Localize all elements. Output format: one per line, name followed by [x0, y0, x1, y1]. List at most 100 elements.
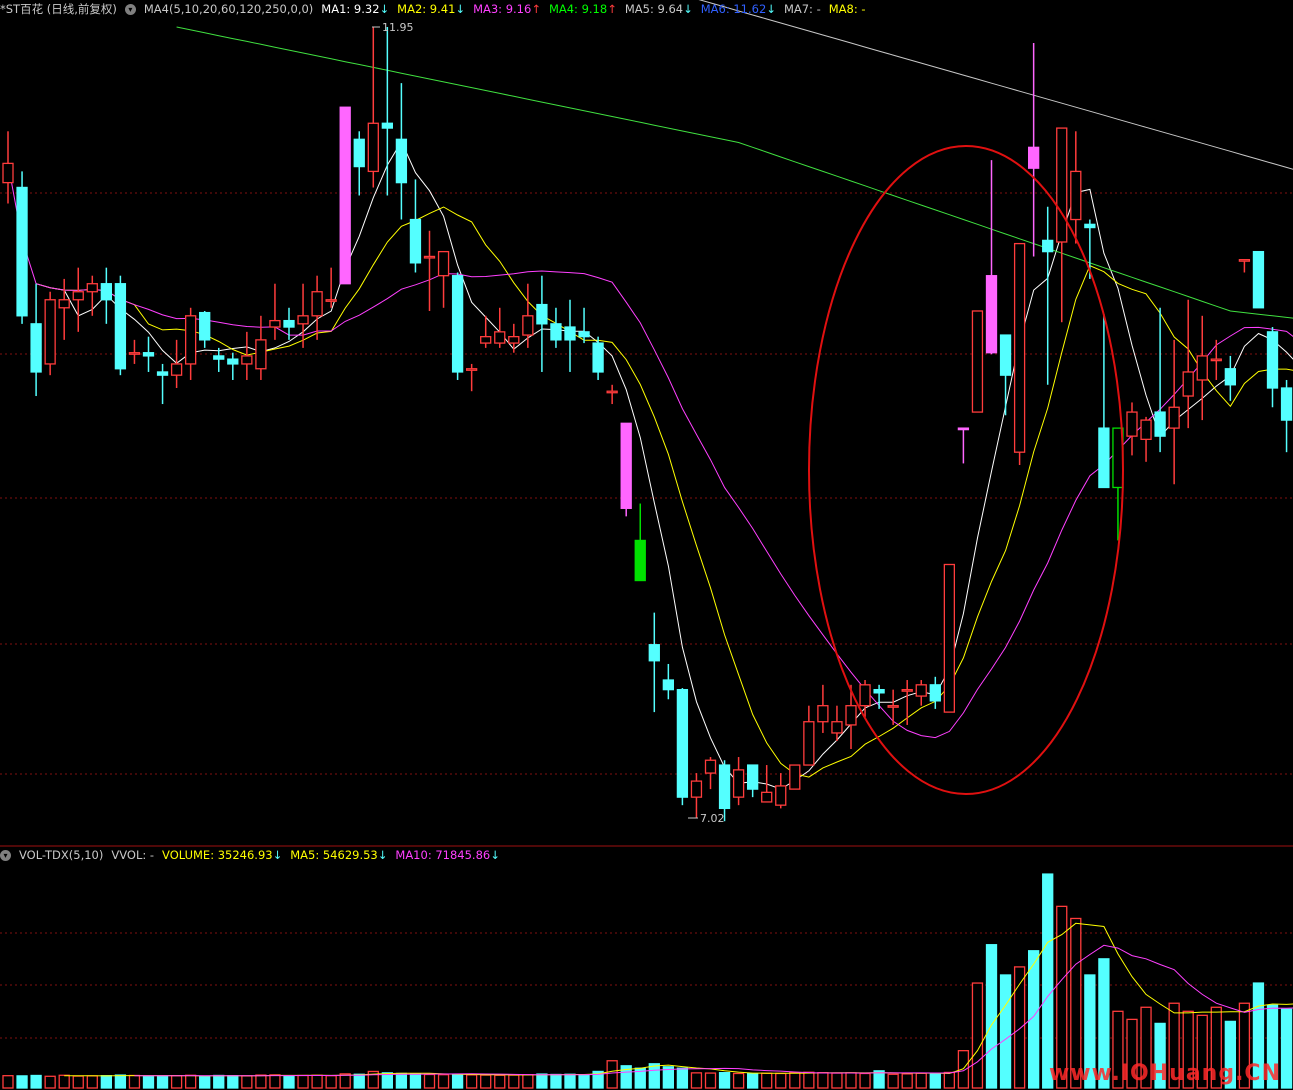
candle-body — [929, 684, 941, 702]
candle-body — [817, 705, 829, 723]
candle-body — [199, 311, 211, 341]
settings-circle-icon[interactable]: ▾ — [124, 4, 136, 15]
candle-body — [1168, 406, 1180, 429]
volume-bar — [199, 1075, 211, 1089]
candle-body — [311, 291, 323, 317]
candle-body — [943, 563, 955, 713]
candle-body — [86, 283, 98, 293]
candle-body — [1140, 419, 1152, 440]
volume-panel-header: ▾ VOL-TDX(5,10) VVOL: - VOLUME: 35246.93↓ MA… — [0, 846, 508, 864]
volume-bar — [2, 1075, 14, 1089]
candle-body — [325, 299, 337, 302]
ma-indicator-name: MA4(5,10,20,60,120,250,0,0) — [143, 2, 314, 16]
volume-bar — [676, 1067, 689, 1089]
candle-body — [999, 334, 1012, 376]
volume-indicator-name: VOL-TDX(5,10) — [19, 848, 104, 862]
candle-body — [662, 679, 674, 691]
ma2-line — [35, 206, 1293, 778]
volume-bar — [114, 1074, 127, 1089]
ma-item-4: MA4: 9.18↑ — [548, 2, 617, 16]
volume-bar — [142, 1075, 155, 1089]
volume-bar — [451, 1073, 464, 1089]
candle-body — [915, 684, 927, 697]
volume-bar — [213, 1074, 225, 1089]
volume-bar — [353, 1073, 365, 1089]
candle-body — [16, 186, 28, 317]
candle-body — [437, 250, 450, 277]
candle-body — [536, 303, 548, 325]
volume-bar — [58, 1074, 70, 1089]
candle-body — [142, 352, 155, 357]
candle-body — [676, 688, 689, 798]
volume-bar — [325, 1075, 337, 1089]
volume-item: VOLUME: 35246.93↓ — [162, 848, 283, 862]
stock-name: *ST百花 (日线,前复权) — [0, 2, 117, 16]
candle-body — [465, 368, 478, 371]
candle-body — [480, 336, 492, 344]
candle-body — [494, 331, 506, 344]
volume-bar — [494, 1074, 506, 1089]
candle-body — [690, 780, 703, 798]
volume-bar — [704, 1072, 717, 1089]
candle-body — [184, 315, 197, 365]
volume-bar — [747, 1073, 759, 1089]
candle-body — [732, 769, 745, 798]
volume-bar — [929, 1072, 941, 1089]
candle-body — [339, 106, 351, 285]
candle-body — [831, 721, 843, 734]
candles — [2, 27, 1293, 822]
volume-bar — [227, 1075, 239, 1089]
volume-bar — [718, 1072, 731, 1089]
candle-body — [718, 764, 731, 810]
candle-body — [1154, 411, 1166, 437]
volume-bar — [1280, 1008, 1293, 1089]
volume-bar — [1042, 873, 1054, 1089]
candle-body — [859, 684, 871, 707]
candle-body — [170, 363, 183, 376]
volume-bar — [845, 1072, 857, 1089]
ma-item-6: MA6: 11.62↓ — [700, 2, 776, 16]
candle-body — [1224, 368, 1236, 386]
volume-bar — [550, 1073, 562, 1089]
volume-bar — [437, 1074, 450, 1089]
candle-body — [1252, 250, 1265, 309]
volume-bar — [72, 1075, 84, 1089]
volume-bar — [339, 1073, 351, 1089]
volume-bar — [522, 1074, 534, 1089]
volume-ma10-item: MA10: 71845.86↓ — [395, 848, 500, 862]
candle-body — [578, 331, 590, 338]
candle-body — [634, 539, 646, 582]
volume-bar — [859, 1072, 871, 1089]
volume-settings-circle-icon[interactable]: ▾ — [0, 850, 11, 861]
candle-body — [1028, 146, 1040, 169]
candle-body — [30, 323, 42, 373]
ma-item-8: MA8: - — [828, 2, 866, 16]
candle-body — [901, 688, 913, 692]
volume-bar — [86, 1075, 98, 1089]
candle-body — [297, 315, 309, 325]
candle-body — [409, 218, 422, 264]
candle-body — [550, 323, 562, 341]
volume-bar — [395, 1072, 408, 1089]
volume-bar — [241, 1075, 253, 1089]
candle-body — [395, 138, 408, 184]
candle-body — [156, 371, 169, 376]
candle-body — [648, 644, 660, 662]
candle-body — [227, 358, 239, 365]
candle-body — [887, 705, 899, 708]
candle-body — [1126, 411, 1138, 437]
candle-body — [1182, 371, 1194, 397]
ma5-line — [698, 0, 1293, 170]
candle-body — [845, 705, 857, 726]
candle-body — [606, 390, 618, 394]
candle-body — [761, 791, 773, 803]
volume-bar — [873, 1070, 885, 1089]
volume-bar — [803, 1071, 815, 1089]
candle-body — [1210, 358, 1222, 362]
volume-bar — [297, 1074, 309, 1089]
ma-item-1: MA1: 9.32↓ — [321, 2, 390, 16]
candlestick-chart[interactable]: 11.95 7.02 — [0, 0, 1293, 1090]
candle-body — [1070, 170, 1082, 221]
volume-bar — [16, 1075, 28, 1089]
candle-body — [873, 688, 885, 694]
